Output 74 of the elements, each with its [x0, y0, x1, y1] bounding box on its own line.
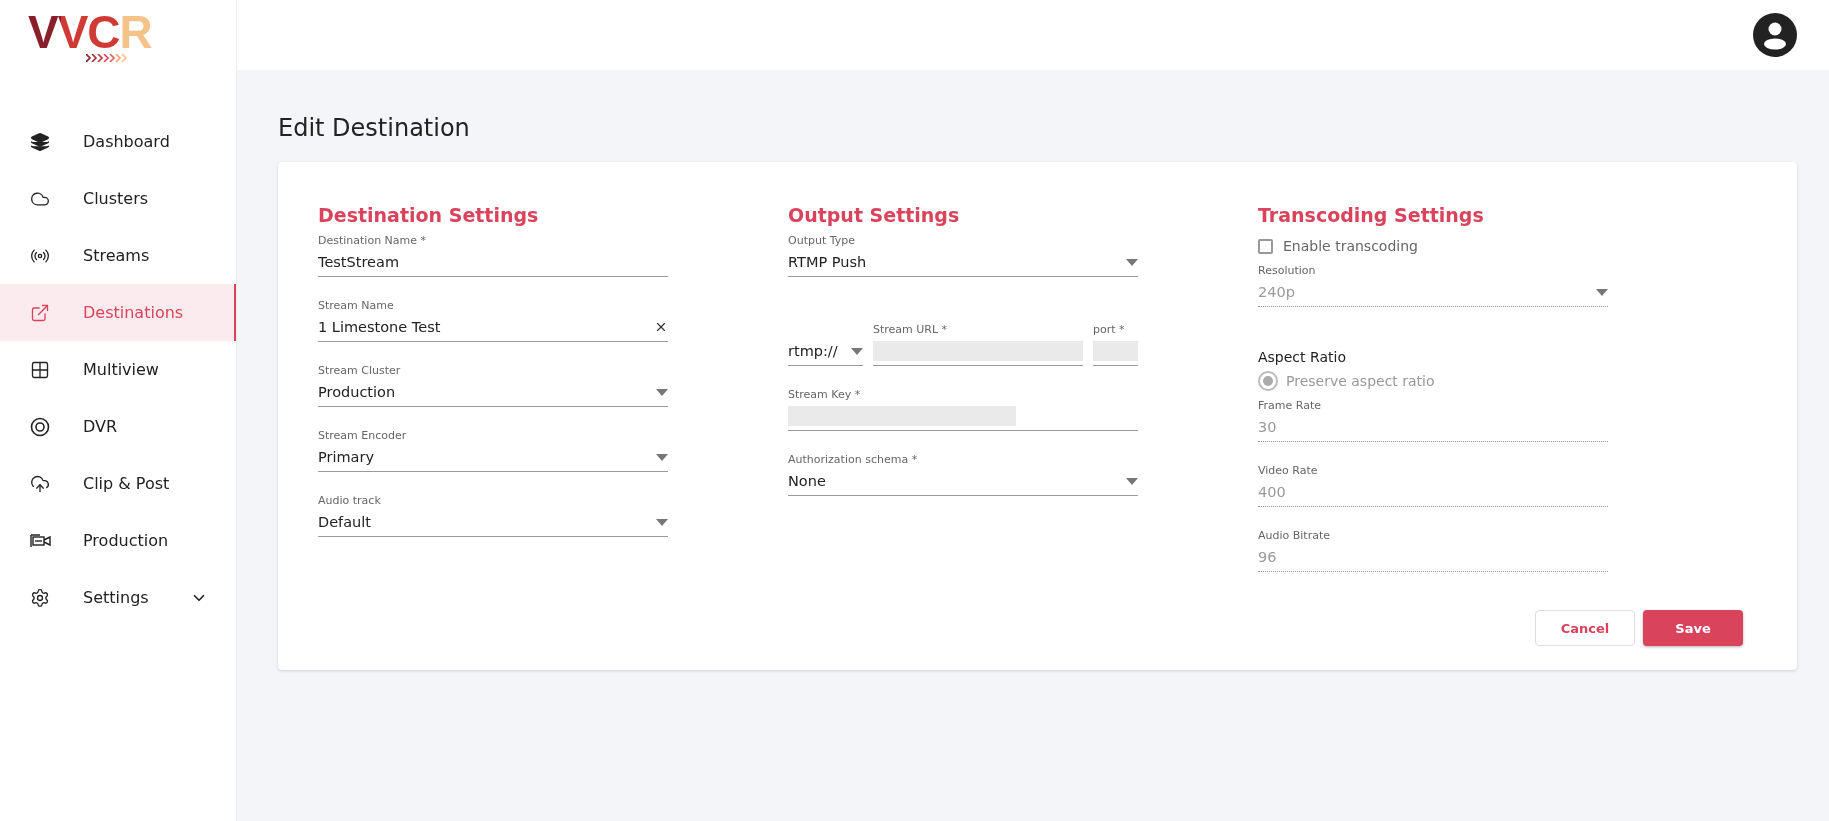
input-field[interactable]: Destination Name * TestStream	[318, 234, 668, 277]
nav-item[interactable]: Clip & Post	[0, 455, 236, 512]
field-label: Frame Rate	[1258, 399, 1322, 412]
field-label: Audio Bitrate	[1258, 529, 1332, 542]
nav-item[interactable]: Clusters	[0, 170, 236, 227]
aspect-ratio-heading: Aspect Ratio	[1258, 349, 1347, 365]
select-field[interactable]: Stream Cluster Production	[318, 364, 668, 407]
field-label: Stream Name	[318, 299, 395, 312]
field-value: RTMP Push	[788, 254, 867, 270]
caret-icon	[1126, 477, 1138, 485]
section-heading: Destination Settings	[318, 204, 540, 226]
nav-item[interactable]: Destinations	[0, 284, 236, 341]
external-link-icon	[30, 302, 50, 323]
field-value: 1 Limestone Test	[318, 319, 441, 335]
field-label: Stream Key *	[788, 388, 862, 401]
field-value: None	[788, 473, 826, 489]
close-icon	[654, 320, 668, 334]
cancel-button[interactable]: Cancel	[1535, 610, 1635, 646]
layers-icon	[30, 131, 50, 152]
radio-label: Preserve aspect ratio	[1286, 373, 1435, 389]
page-title: Edit Destination	[278, 114, 471, 142]
caret-icon	[656, 388, 668, 396]
nav-item[interactable]: Streams	[0, 227, 236, 284]
input-field[interactable]: port *	[1093, 323, 1138, 366]
field-value: Default	[318, 514, 371, 530]
caret-icon	[1596, 288, 1608, 296]
field-label: Stream URL *	[873, 323, 949, 336]
field-label: Stream Cluster	[318, 364, 402, 377]
chevrons-icon	[86, 54, 128, 62]
caret-icon	[1126, 258, 1138, 266]
input-field[interactable]: Stream Key *	[788, 388, 1138, 431]
field-label: Output Type	[788, 234, 856, 247]
field-label: port *	[1093, 323, 1126, 336]
caret-icon	[656, 453, 668, 461]
field-value: 400	[1258, 484, 1286, 500]
avatar-icon[interactable]	[1753, 13, 1797, 57]
select-field[interactable]: Authorization schema * None	[788, 453, 1138, 496]
clear-button[interactable]	[654, 320, 668, 334]
field-label: Video Rate	[1258, 464, 1319, 477]
field-label: Stream Encoder	[318, 429, 408, 442]
field-label: Audio track	[318, 494, 382, 507]
nav-item[interactable]: Production	[0, 512, 236, 569]
input-field[interactable]: Stream URL *	[873, 323, 1083, 366]
save-button[interactable]: Save	[1643, 610, 1743, 646]
grid-icon	[30, 359, 50, 380]
section-heading: Output Settings	[788, 204, 961, 226]
field-value: 30	[1258, 419, 1277, 435]
select-field[interactable]: Stream Encoder Primary	[318, 429, 668, 472]
settings-icon	[30, 587, 50, 608]
field-label: Authorization schema *	[788, 453, 919, 466]
field-label: Destination Name *	[318, 234, 428, 247]
checkbox-label: Enable transcoding	[1283, 238, 1418, 254]
nav-item[interactable]: Multiview	[0, 341, 236, 398]
video-camera-icon	[30, 532, 52, 549]
section-heading: Transcoding Settings	[1258, 204, 1485, 226]
target-icon	[30, 416, 50, 437]
nav-item[interactable]: Dashboard	[0, 113, 236, 170]
field-value: Production	[318, 384, 396, 400]
caret-icon	[656, 518, 668, 526]
input-field[interactable]: Stream Name 1 Limestone Test	[318, 299, 668, 342]
field-value: 96	[1258, 549, 1277, 565]
cloud-upload-icon	[30, 473, 50, 494]
field-value: Primary	[318, 449, 375, 465]
select-field[interactable]: Output Type RTMP Push	[788, 234, 1138, 277]
select-field[interactable]: Audio track Default	[318, 494, 668, 537]
field-value: rtmp://	[788, 343, 838, 359]
checkbox[interactable]	[1258, 238, 1273, 254]
field-value: 240p	[1258, 284, 1295, 300]
field-value: TestStream	[318, 254, 400, 270]
select-field[interactable]: rtmp://	[788, 341, 863, 366]
nav-item[interactable]: DVR	[0, 398, 236, 455]
field-label: Resolution	[1258, 264, 1317, 277]
nav-item[interactable]: Settings	[0, 569, 236, 626]
caret-icon	[851, 347, 863, 355]
